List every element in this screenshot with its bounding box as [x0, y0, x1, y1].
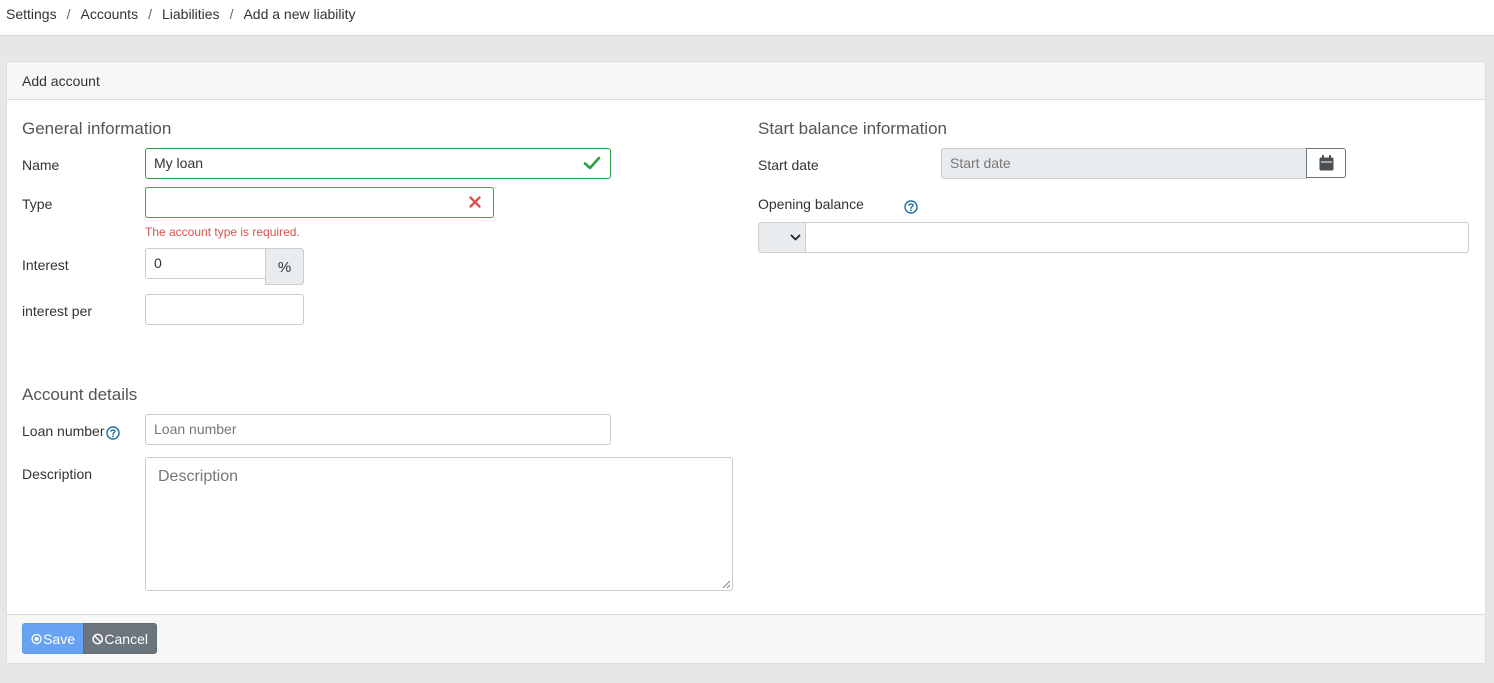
card-title: Add account: [22, 73, 100, 89]
question-circle-icon[interactable]: [904, 200, 918, 214]
top-bar: Settings / Accounts / Liabilities / Add a new …: [0, 0, 1494, 36]
breadcrumb-settings[interactable]: Settings: [6, 6, 57, 22]
dot-circle-icon: [31, 633, 42, 644]
breadcrumb-current: Add a new liability: [243, 6, 356, 22]
start-date-placeholder: Start date: [950, 155, 1011, 171]
start-balance-title: Start balance information: [758, 119, 947, 138]
start-date-label: Start date: [758, 157, 819, 173]
resize-grip-icon[interactable]: [721, 579, 731, 589]
interest-per-label: interest per: [22, 303, 93, 319]
question-circle-icon[interactable]: [106, 426, 120, 440]
ban-icon: [92, 633, 104, 644]
breadcrumb-separator: /: [229, 6, 234, 22]
calendar-button[interactable]: [1306, 148, 1346, 178]
name-label: Name: [22, 157, 60, 173]
interest-value: 0: [154, 255, 162, 271]
save-button[interactable]: Save: [22, 623, 84, 654]
currency-select[interactable]: [758, 222, 806, 253]
start-date-input[interactable]: Start date: [941, 148, 1307, 179]
general-information-title: General information: [22, 119, 172, 138]
breadcrumb-liabilities[interactable]: Liabilities: [162, 6, 220, 22]
breadcrumb: Settings / Accounts / Liabilities / Add a new …: [6, 6, 356, 22]
opening-balance-input[interactable]: [805, 222, 1469, 253]
loan-number-label: Loan number: [22, 423, 105, 439]
checkmark-icon: [583, 156, 601, 170]
calendar-icon: [1319, 155, 1334, 171]
name-input[interactable]: My loan: [145, 148, 611, 179]
name-value: My loan: [154, 155, 204, 171]
interest-input[interactable]: 0: [145, 248, 266, 279]
cancel-label: Cancel: [104, 630, 148, 647]
card-header: Add account: [7, 62, 1485, 100]
description-textarea[interactable]: Description: [145, 457, 733, 591]
breadcrumb-separator: /: [148, 6, 152, 22]
type-error-message: The account type is required.: [145, 225, 300, 239]
add-account-card: Add account General information Name My …: [6, 61, 1486, 664]
chevron-down-icon: [790, 234, 801, 241]
loan-number-placeholder: Loan number: [154, 421, 237, 437]
percent-addon: %: [265, 248, 304, 285]
opening-balance-label: Opening balance: [758, 196, 864, 212]
type-select[interactable]: [145, 187, 494, 218]
cancel-button[interactable]: Cancel: [83, 623, 157, 654]
breadcrumb-separator: /: [66, 6, 71, 22]
breadcrumb-accounts[interactable]: Accounts: [80, 6, 138, 22]
error-x-icon: [469, 196, 481, 208]
loan-number-input[interactable]: Loan number: [145, 414, 611, 445]
interest-label: Interest: [22, 257, 69, 273]
interest-per-select[interactable]: [145, 294, 304, 325]
type-label: Type: [22, 196, 53, 212]
account-details-title: Account details: [22, 385, 138, 404]
save-label: Save: [43, 630, 75, 647]
description-placeholder: Description: [158, 468, 239, 485]
description-label: Description: [22, 466, 93, 482]
card-footer: Save Cancel: [7, 614, 1485, 663]
